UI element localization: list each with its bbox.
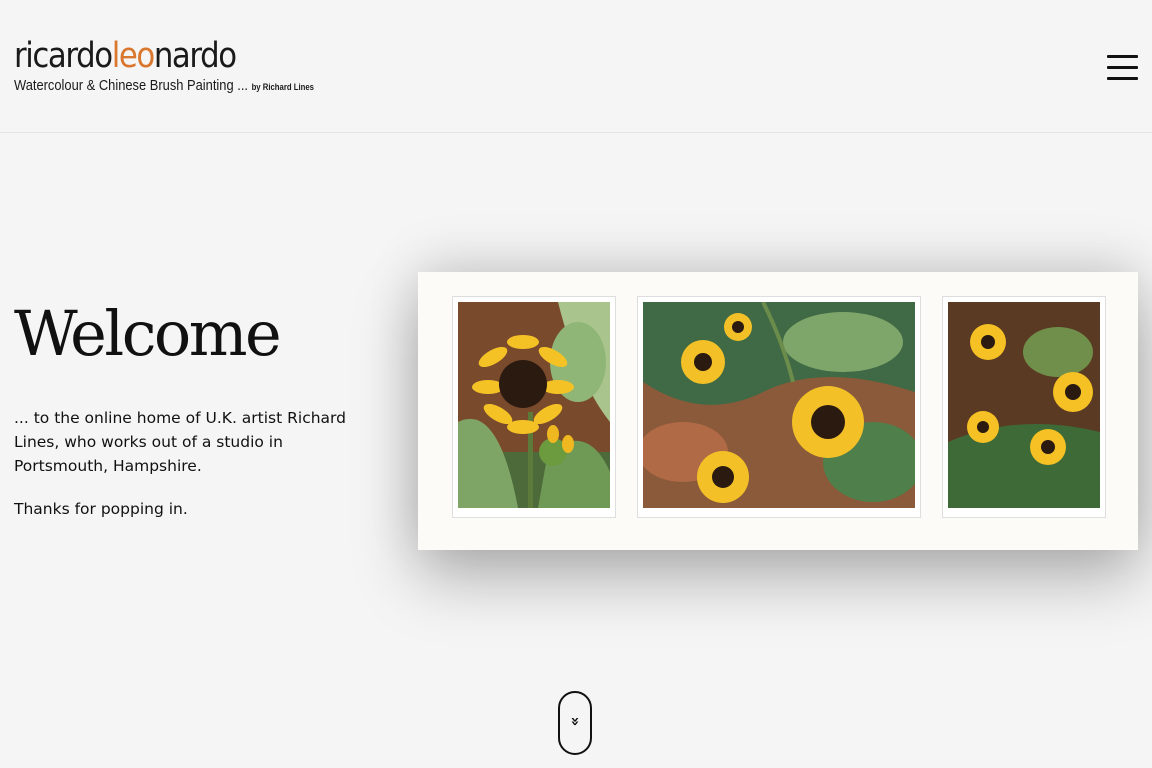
sunflower-triptych-image: [418, 272, 1138, 550]
page-title: Welcome: [14, 297, 282, 370]
painting-panel-right: [942, 296, 1106, 518]
logo-wordmark: ricardoleonardo: [14, 36, 237, 76]
thanks-text: Thanks for popping in.: [14, 500, 188, 518]
painting-panel-middle: [637, 296, 921, 518]
painting-panel-left: [452, 296, 616, 518]
hamburger-menu-icon[interactable]: [1107, 55, 1138, 80]
logo-tagline: Watercolour & Chinese Brush Painting ...…: [14, 77, 314, 94]
intro-text: ... to the online home of U.K. artist Ri…: [14, 409, 346, 475]
logo-byline: by Richard Lines: [251, 82, 314, 92]
site-logo[interactable]: ricardoleonardo Watercolour & Chinese Br…: [14, 36, 363, 96]
site-header: ricardoleonardo Watercolour & Chinese Br…: [0, 0, 1152, 133]
scroll-down-button[interactable]: »: [558, 691, 592, 755]
double-chevron-down-icon: »: [566, 716, 585, 727]
